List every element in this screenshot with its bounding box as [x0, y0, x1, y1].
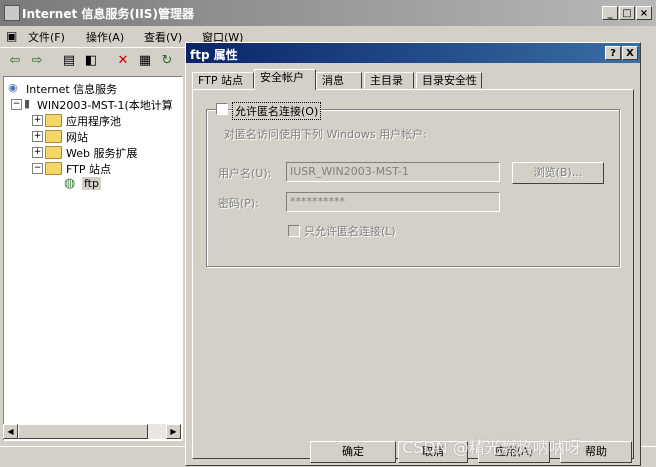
help-button[interactable]: ? — [605, 46, 621, 60]
scroll-thumb[interactable] — [18, 424, 148, 439]
scroll-right-icon[interactable]: ▶ — [166, 424, 181, 439]
up-folder-icon[interactable]: ▤ — [60, 52, 78, 70]
only-anonymous-label[interactable]: 只允许匿名连接(L) — [304, 223, 396, 239]
show-hide-tree-icon[interactable]: ◧ — [82, 52, 100, 70]
delete-icon[interactable]: ✕ — [114, 52, 132, 70]
allow-anonymous-checkbox[interactable] — [216, 103, 228, 115]
main-window-title: Internet 信息服务(IIS)管理器 — [22, 7, 194, 21]
expand-icon[interactable]: + — [32, 131, 43, 142]
tree-item-ftp[interactable]: ftp — [82, 177, 101, 190]
tree-root[interactable]: Internet 信息服务 — [26, 81, 117, 97]
folder-icon — [45, 130, 62, 143]
server-icon: ▮ — [24, 97, 31, 110]
tree-item-websites[interactable]: 网站 — [66, 129, 88, 145]
tab-home-directory[interactable]: 主目录 — [364, 72, 414, 89]
properties-icon[interactable]: ▦ — [136, 52, 154, 70]
tree-item-web-ext[interactable]: Web 服务扩展 — [66, 145, 137, 161]
collapse-icon[interactable]: − — [32, 163, 43, 174]
back-arrow-icon[interactable]: ⇦ — [6, 52, 24, 70]
password-label: 密码(P): — [218, 197, 259, 210]
tree-item-app-pools[interactable]: 应用程序池 — [66, 113, 121, 129]
tab-directory-security[interactable]: 目录安全性 — [416, 72, 482, 89]
dialog-title: ftp 属性 — [190, 48, 238, 62]
collapse-icon[interactable]: − — [11, 99, 22, 110]
maximize-button[interactable]: □ — [619, 6, 635, 20]
menu-file[interactable]: 文件(F) — [28, 29, 65, 45]
dialog-titlebar: ftp 属性 ? X — [186, 43, 640, 63]
toolbar: ⇦ ⇨ ▤ ◧ ✕ ▦ ↻ — [0, 47, 190, 74]
forward-arrow-icon[interactable]: ⇨ — [28, 52, 46, 70]
menu-action[interactable]: 操作(A) — [86, 29, 124, 45]
password-field[interactable]: ********** — [286, 192, 500, 212]
menu-view[interactable]: 查看(V) — [144, 29, 182, 45]
tree-item-ftp-sites[interactable]: FTP 站点 — [66, 161, 111, 177]
ftp-site-icon: ◍ — [64, 176, 76, 191]
ok-button[interactable]: 确定 — [310, 441, 396, 463]
folder-icon — [45, 146, 62, 159]
tab-messages[interactable]: 消息 — [316, 72, 362, 89]
iis-root-icon: ◉ — [8, 81, 18, 94]
mmc-icon[interactable]: ▣ — [6, 29, 17, 43]
watermark: CSDN @精光燃焰呐呐呀 — [402, 438, 581, 457]
iis-app-icon — [4, 5, 20, 21]
username-field[interactable]: IUSR_WIN2003-MST-1 — [286, 162, 500, 182]
folder-icon — [45, 114, 62, 127]
expand-icon[interactable]: + — [32, 147, 43, 158]
tab-security-accounts[interactable]: 安全帐户 — [254, 69, 316, 90]
scroll-left-icon[interactable]: ◀ — [3, 424, 18, 439]
only-anonymous-checkbox[interactable] — [288, 225, 300, 237]
minimize-button[interactable]: _ — [602, 6, 618, 20]
close-button[interactable]: × — [636, 6, 652, 20]
tab-ftp-site[interactable]: FTP 站点 — [192, 72, 254, 89]
main-titlebar: Internet 信息服务(IIS)管理器 _ □ × — [0, 0, 656, 26]
ftp-properties-dialog: ftp 属性 ? X FTP 站点 安全帐户 消息 主目录 目录安全性 允许匿名… — [185, 42, 641, 466]
username-label: 用户名(U): — [218, 167, 272, 180]
tree-panel[interactable]: ◉ Internet 信息服务 − ▮ WIN2003-MST-1(本地计算 +… — [3, 76, 183, 441]
tree-hscrollbar[interactable]: ◀ ▶ — [3, 424, 181, 439]
anonymous-desc: 对匿名访问使用下列 Windows 用户帐户: — [224, 128, 427, 141]
allow-anonymous-label[interactable]: 允许匿名连接(O) — [232, 102, 322, 120]
browse-button[interactable]: 浏览(B)... — [512, 162, 604, 184]
expand-icon[interactable]: + — [32, 115, 43, 126]
dialog-close-button[interactable]: X — [622, 46, 638, 60]
folder-icon — [45, 162, 62, 175]
tree-server[interactable]: WIN2003-MST-1(本地计算 — [37, 97, 173, 113]
refresh-icon[interactable]: ↻ — [158, 52, 176, 70]
